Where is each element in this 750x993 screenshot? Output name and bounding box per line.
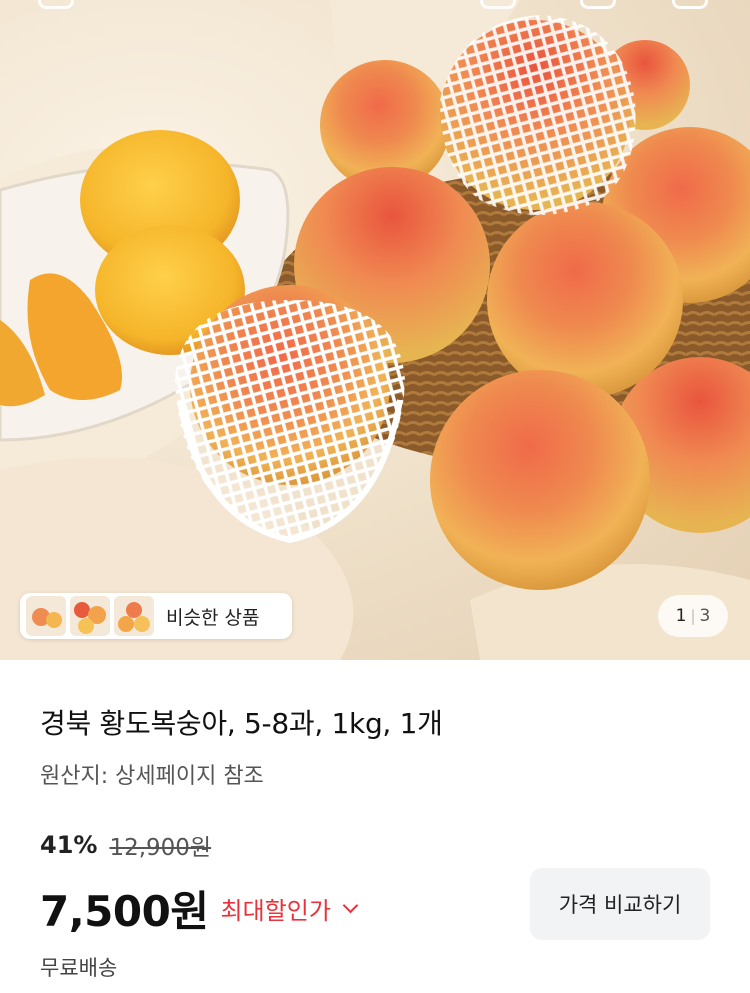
price-row: 7,500원 최대할인가 — [40, 878, 359, 939]
similar-thumb-1 — [26, 596, 66, 636]
similar-products-button[interactable]: 비슷한 상품 — [20, 593, 292, 639]
chevron-down-icon — [342, 897, 359, 914]
max-discount-label: 최대할인가 — [220, 897, 331, 925]
page-current: 1 — [675, 606, 687, 626]
cart-icon[interactable] — [672, 0, 708, 9]
page-total: 3 — [699, 606, 711, 626]
similar-thumb-2 — [70, 596, 110, 636]
product-title: 경북 황도복숭아, 5-8과, 1kg, 1개 — [40, 707, 443, 740]
back-icon[interactable] — [38, 0, 74, 9]
compare-price-button[interactable]: 가격 비교하기 — [530, 868, 710, 940]
sale-price: 7,500원 — [40, 887, 209, 936]
shipping-info: 무료배송 — [40, 956, 118, 980]
image-page-indicator: 1 | 3 — [658, 595, 728, 637]
product-photo — [0, 0, 750, 660]
page-separator: | — [690, 607, 696, 625]
discount-rate: 41% — [40, 831, 98, 859]
original-price: 12,900원 — [109, 835, 212, 861]
product-origin: 원산지: 상세페이지 참조 — [40, 764, 264, 789]
similar-products-label: 비슷한 상품 — [166, 606, 260, 629]
discount-row: 41% 12,900원 — [40, 828, 211, 862]
product-image-carousel[interactable]: 비슷한 상품 1 | 3 — [0, 0, 750, 660]
home-icon[interactable] — [480, 0, 516, 9]
similar-thumb-3 — [114, 596, 154, 636]
max-discount-toggle[interactable]: 최대할인가 — [220, 891, 359, 926]
search-icon[interactable] — [580, 0, 616, 9]
